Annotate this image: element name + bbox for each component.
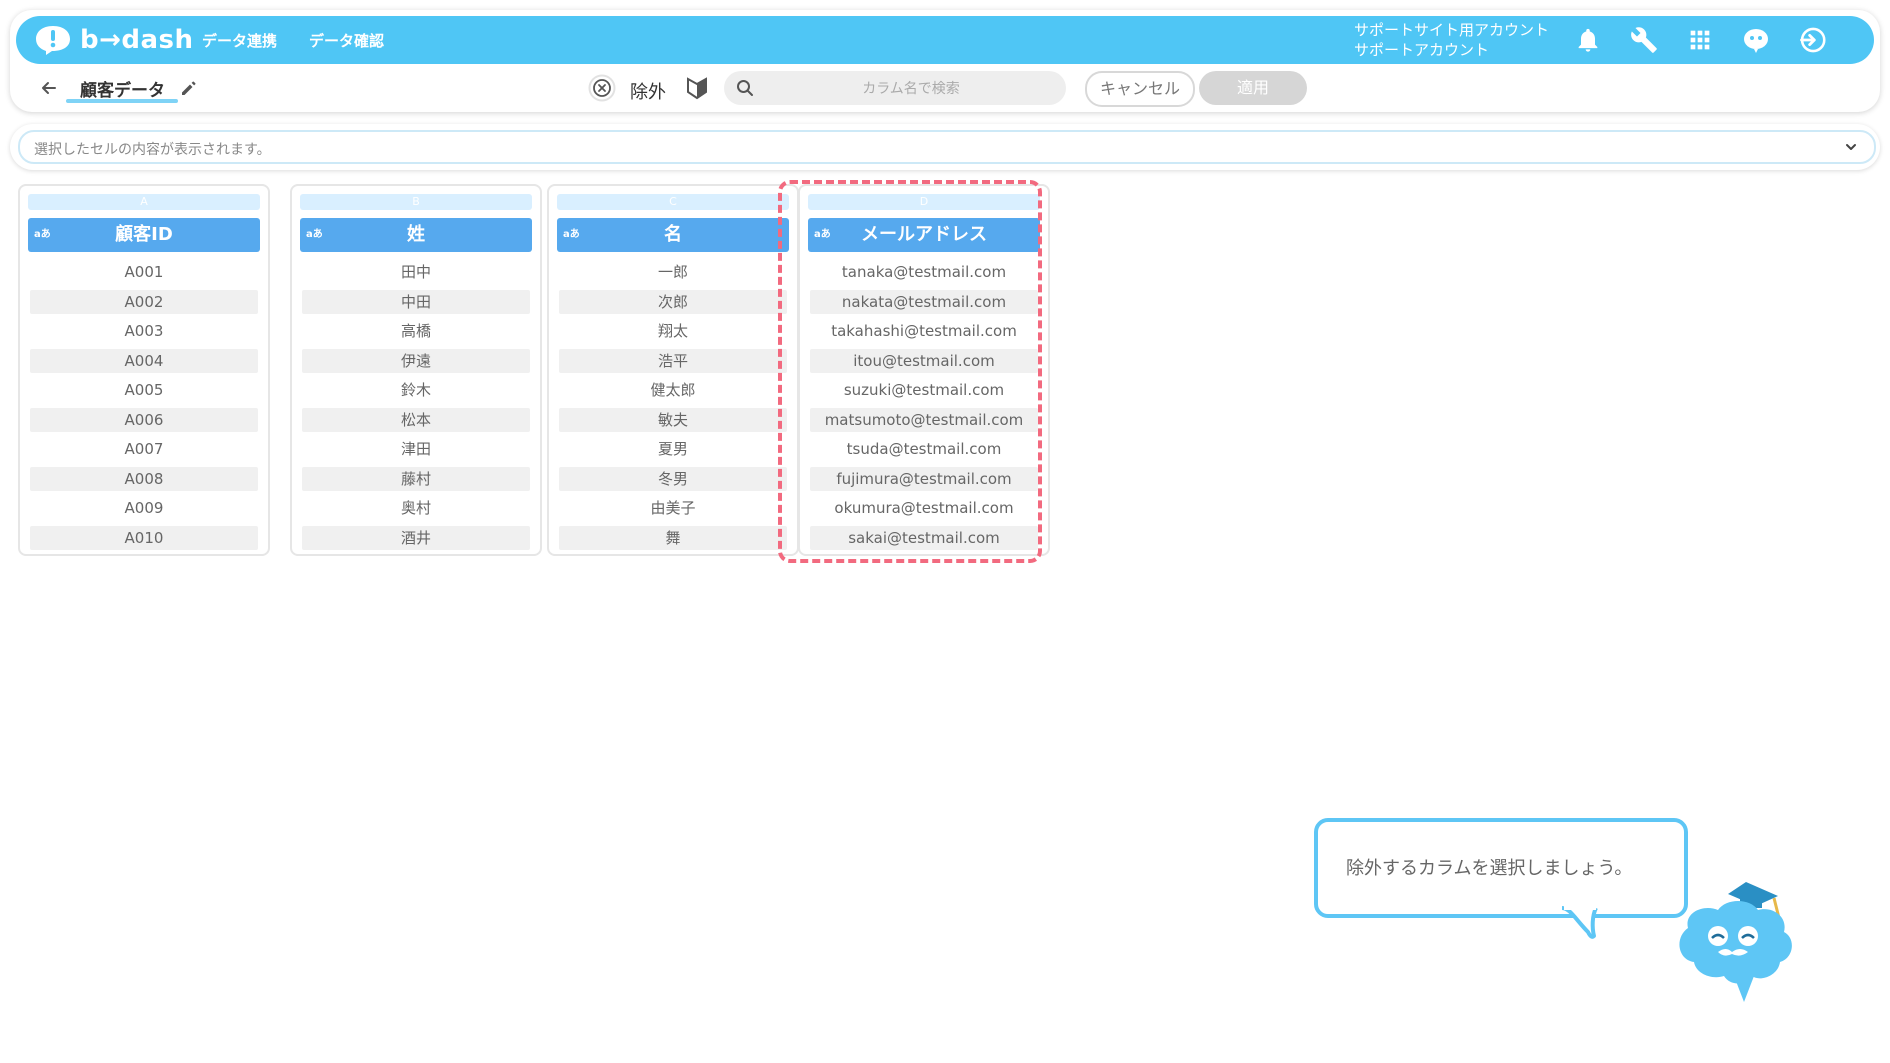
column-letter: D — [808, 194, 1040, 210]
table-cell[interactable]: tanaka@testmail.com — [810, 260, 1038, 284]
back-arrow-icon[interactable] — [38, 77, 60, 99]
table-cell[interactable]: takahashi@testmail.com — [810, 319, 1038, 343]
beginner-mark-icon[interactable] — [686, 76, 708, 100]
column-header-label: メールアドレス — [861, 224, 987, 245]
title-underline — [66, 99, 178, 103]
app-header: b→dash データ連携 データ確認 サポートサイト用アカウント サポートアカウ… — [16, 16, 1874, 64]
table-cell[interactable]: 敏夫 — [559, 407, 787, 432]
logo-bubble-icon — [36, 26, 70, 55]
data-column-a[interactable]: Aaあ 顧客ID A001 A002 A003 A004 A005 A006 A007 A008 A… — [18, 184, 270, 556]
text-type-badge: aあ — [563, 229, 580, 240]
table-cell[interactable]: 藤村 — [302, 466, 530, 491]
table-cell[interactable]: 由美子 — [559, 496, 787, 520]
table-cell[interactable]: 翔太 — [559, 319, 787, 343]
guide-speech-bubble: 除外するカラムを選択しましょう。 — [1314, 818, 1688, 918]
table-cell[interactable]: A010 — [30, 525, 258, 550]
table-cell[interactable]: itou@testmail.com — [810, 348, 1038, 373]
table-cell[interactable]: 津田 — [302, 437, 530, 461]
table-cell[interactable]: 酒井 — [302, 525, 530, 550]
table-cell[interactable]: 伊遠 — [302, 348, 530, 373]
exclude-label: 除外 — [630, 82, 666, 103]
column-letter: B — [300, 194, 532, 210]
table-cell[interactable]: 奥村 — [302, 496, 530, 520]
column-header[interactable]: aあ 名 — [557, 218, 789, 252]
table-cell[interactable]: 松本 — [302, 407, 530, 432]
account-user: サポートアカウント — [1354, 41, 1490, 59]
exclude-x-circle-icon[interactable] — [588, 74, 616, 102]
column-search-box[interactable] — [724, 71, 1066, 107]
table-cell[interactable]: 浩平 — [559, 348, 787, 373]
account-info[interactable]: サポートサイト用アカウント サポートアカウント — [1354, 20, 1549, 60]
column-header-label: 名 — [664, 224, 682, 245]
table-cell[interactable]: 舞 — [559, 525, 787, 550]
column-header[interactable]: aあ 姓 — [300, 218, 532, 252]
table-cell[interactable]: matsumoto@testmail.com — [810, 407, 1038, 432]
table-cell[interactable]: A006 — [30, 407, 258, 432]
column-letter: C — [557, 194, 789, 210]
cell-preview-bar: 選択したセルの内容が表示されます。 — [10, 124, 1880, 170]
nav-data-integration[interactable]: データ連携 — [202, 30, 277, 51]
table-cell[interactable]: A002 — [30, 289, 258, 314]
table-cell[interactable]: 田中 — [302, 260, 530, 284]
table-cell[interactable]: 一郎 — [559, 260, 787, 284]
data-column-b[interactable]: Baあ 姓田中中田高橋伊遠鈴木松本津田藤村奥村酒井 — [290, 184, 542, 556]
table-cell[interactable]: A009 — [30, 496, 258, 520]
table-cell[interactable]: okumura@testmail.com — [810, 496, 1038, 520]
table-cell[interactable]: A005 — [30, 378, 258, 402]
column-header[interactable]: aあ 顧客ID — [28, 218, 260, 252]
pencil-icon[interactable] — [180, 79, 198, 97]
logo-text: b→dash — [80, 25, 194, 55]
column-cells: 一郎次郎翔太浩平健太郎敏夫夏男冬男由美子舞 — [559, 260, 787, 555]
column-cells: 田中中田高橋伊遠鈴木松本津田藤村奥村酒井 — [302, 260, 530, 555]
apply-button[interactable]: 適用 — [1199, 71, 1307, 105]
column-search-input[interactable] — [764, 71, 1058, 107]
apps-grid-icon[interactable] — [1686, 26, 1714, 54]
logo[interactable]: b→dash — [34, 24, 194, 56]
bell-icon[interactable] — [1574, 26, 1602, 54]
data-source-title[interactable]: 顧客データ — [80, 76, 165, 101]
table-cell[interactable]: tsuda@testmail.com — [810, 437, 1038, 461]
table-cell[interactable]: A004 — [30, 348, 258, 373]
table-cell[interactable]: 高橋 — [302, 319, 530, 343]
table-cell[interactable]: A001 — [30, 260, 258, 284]
column-cells: A001 A002 A003 A004 A005 A006 A007 A008 A009 A010 — [30, 260, 258, 555]
logout-icon[interactable] — [1798, 26, 1826, 54]
data-column-c[interactable]: Caあ 名一郎次郎翔太浩平健太郎敏夫夏男冬男由美子舞 — [547, 184, 799, 556]
table-cell[interactable]: suzuki@testmail.com — [810, 378, 1038, 402]
table-cell[interactable]: 健太郎 — [559, 378, 787, 402]
table-cell[interactable]: 冬男 — [559, 466, 787, 491]
column-header-label: 姓 — [407, 224, 425, 245]
cell-preview-text: 選択したセルの内容が表示されます。 — [34, 142, 271, 158]
search-icon — [737, 80, 753, 96]
table-cell[interactable]: A007 — [30, 437, 258, 461]
column-header-label: 顧客ID — [115, 224, 173, 245]
cancel-button[interactable]: キャンセル — [1085, 71, 1195, 107]
nav-data-check[interactable]: データ確認 — [309, 30, 384, 51]
wrench-icon[interactable] — [1630, 26, 1658, 54]
cell-preview-field[interactable]: 選択したセルの内容が表示されます。 — [18, 130, 1876, 164]
chevron-down-icon[interactable] — [1842, 138, 1860, 156]
table-cell[interactable]: nakata@testmail.com — [810, 289, 1038, 314]
guide-text: 除外するカラムを選択しましょう。 — [1346, 858, 1633, 879]
mascot-icon — [1679, 882, 1792, 1002]
table-cell[interactable]: 夏男 — [559, 437, 787, 461]
table-cell[interactable]: A003 — [30, 319, 258, 343]
table-cell[interactable]: 次郎 — [559, 289, 787, 314]
text-type-badge: aあ — [814, 229, 831, 240]
table-cell[interactable]: 中田 — [302, 289, 530, 314]
column-header[interactable]: aあ メールアドレス — [808, 218, 1040, 252]
speech-bubble-tail — [1561, 906, 1598, 939]
mascot-help-icon[interactable] — [1742, 26, 1770, 54]
column-letter: A — [28, 194, 260, 210]
account-name: サポートサイト用アカウント — [1354, 21, 1550, 39]
table-cell[interactable]: sakai@testmail.com — [810, 525, 1038, 550]
data-column-d[interactable]: Daあ メールアドレス tanaka@testmail.com nakata@test… — [798, 184, 1050, 556]
column-cells: tanaka@testmail.com nakata@testmail.com ta… — [810, 260, 1038, 555]
table-cell[interactable]: fujimura@testmail.com — [810, 466, 1038, 491]
text-type-badge: aあ — [34, 229, 51, 240]
text-type-badge: aあ — [306, 229, 323, 240]
table-cell[interactable]: 鈴木 — [302, 378, 530, 402]
table-cell[interactable]: A008 — [30, 466, 258, 491]
